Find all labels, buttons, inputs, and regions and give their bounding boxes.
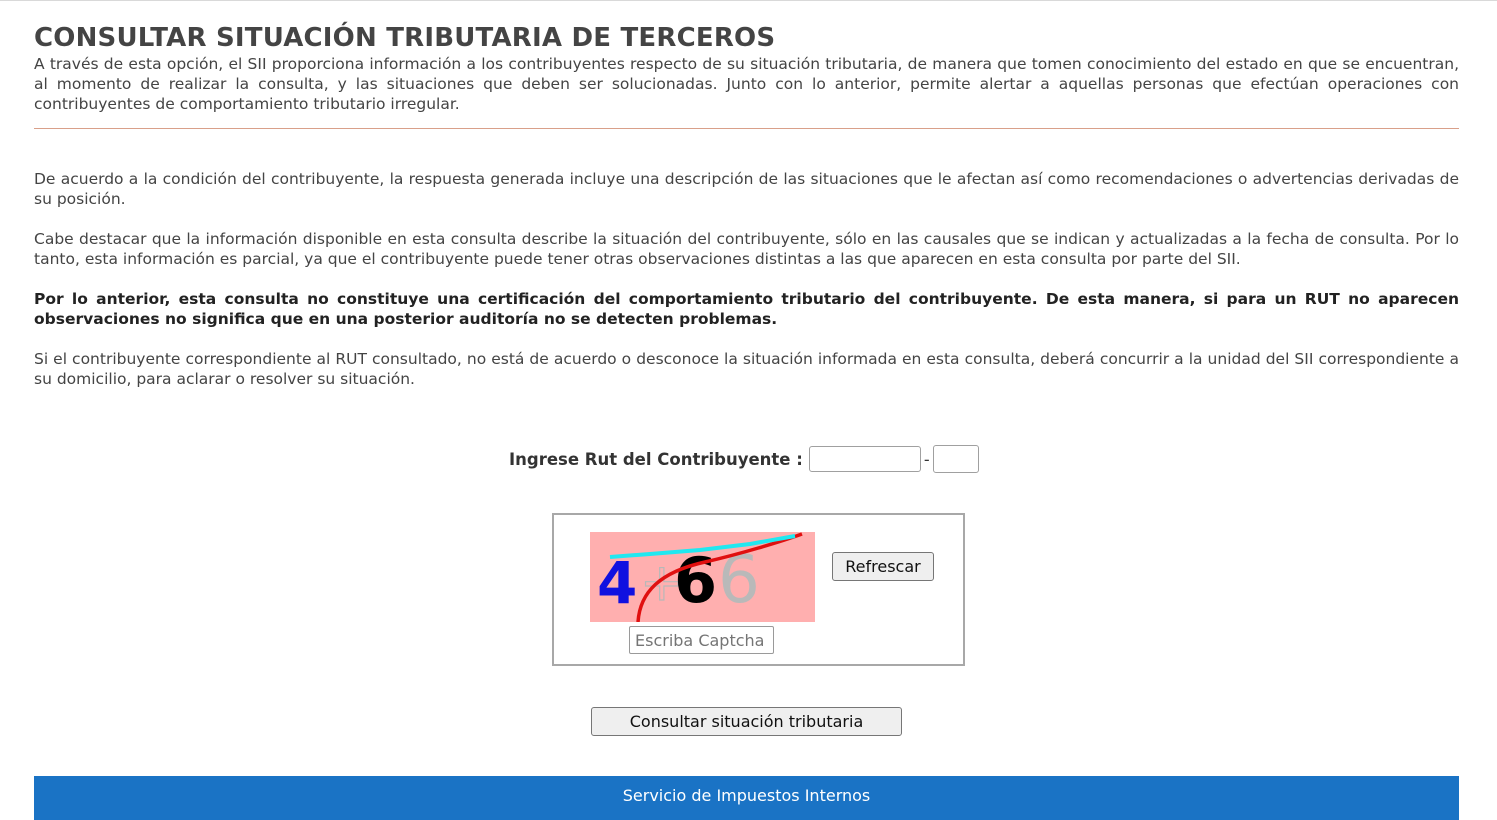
- rut-label: Ingrese Rut del Contribuyente :: [509, 449, 803, 469]
- footer-text: Servicio de Impuestos Internos: [622, 785, 871, 805]
- main-content: CONSULTAR SITUACIÓN TRIBUTARIA DE TERCER…: [34, 22, 1459, 389]
- rut-input[interactable]: [808, 446, 921, 472]
- info-paragraph-2: Cabe destacar que la información disponi…: [34, 230, 1459, 268]
- section-divider: [34, 128, 1459, 129]
- rut-form-row: Ingrese Rut del Contribuyente : -: [509, 444, 979, 474]
- info-paragraph-1: De acuerdo a la condición del contribuye…: [34, 170, 1459, 208]
- rut-separator: -: [923, 449, 930, 469]
- info-paragraph-4: Si el contribuyente correspondiente al R…: [34, 350, 1459, 388]
- refresh-captcha-button[interactable]: Refrescar: [832, 552, 934, 581]
- captcha-input[interactable]: [629, 626, 774, 654]
- disclaimer-paragraph: Por lo anterior, esta consulta no consti…: [34, 290, 1459, 328]
- captcha-char-2: 6: [674, 544, 717, 617]
- rut-dv-input[interactable]: [932, 445, 979, 473]
- intro-text: A través de esta opción, el SII proporci…: [34, 55, 1459, 113]
- captcha-char-1: 4: [597, 549, 637, 617]
- captcha-image: + 4 6 6: [590, 532, 815, 622]
- footer-bar: Servicio de Impuestos Internos: [34, 776, 1459, 820]
- consult-submit-button[interactable]: Consultar situación tributaria: [591, 707, 902, 736]
- captcha-panel: + 4 6 6 Refrescar: [552, 513, 965, 666]
- top-border-line: [0, 0, 1497, 1]
- page-title: CONSULTAR SITUACIÓN TRIBUTARIA DE TERCER…: [34, 23, 776, 53]
